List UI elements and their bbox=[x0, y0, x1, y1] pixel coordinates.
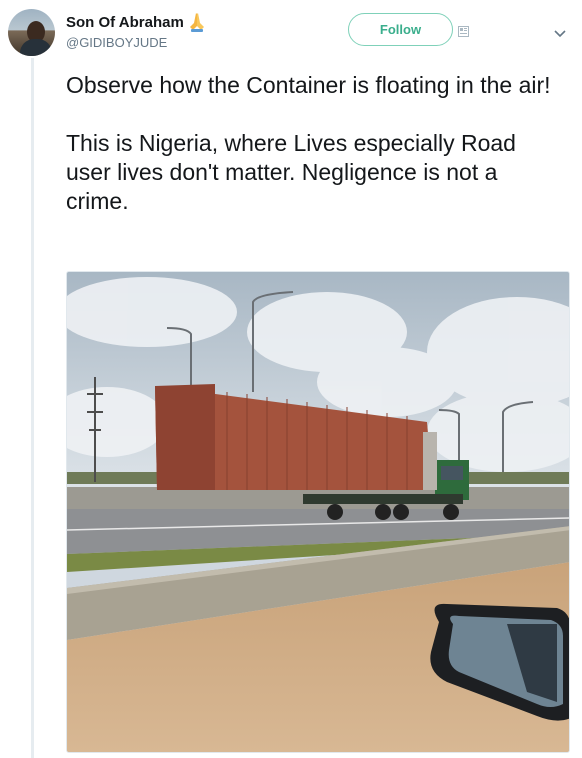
author-name-row[interactable]: Son Of Abraham bbox=[66, 11, 208, 33]
chevron-down-icon[interactable] bbox=[553, 26, 567, 38]
thread-line bbox=[31, 58, 34, 758]
tweet-photo[interactable] bbox=[66, 271, 570, 753]
follow-person-icon bbox=[458, 24, 469, 37]
user-handle[interactable]: @GIDIBOYJUDE bbox=[66, 35, 167, 50]
follow-button[interactable]: Follow bbox=[348, 13, 453, 46]
tweet-text: Observe how the Container is floating in… bbox=[66, 71, 566, 216]
folded-hands-icon bbox=[186, 11, 208, 33]
avatar[interactable] bbox=[8, 9, 55, 56]
avatar-body bbox=[20, 39, 52, 56]
tweet-paragraph-1: Observe how the Container is floating in… bbox=[66, 72, 551, 98]
tweet-paragraph-2: This is Nigeria, where Lives especially … bbox=[66, 130, 516, 214]
display-name[interactable]: Son Of Abraham bbox=[66, 14, 184, 31]
